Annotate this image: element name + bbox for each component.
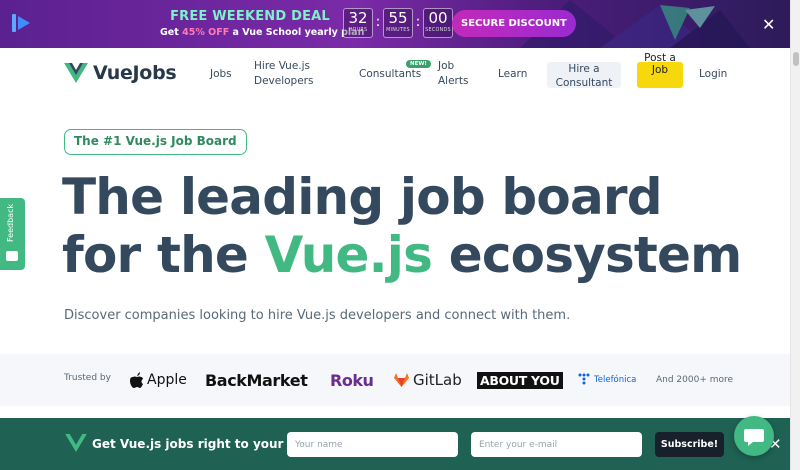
nav-login[interactable]: Login — [699, 67, 727, 82]
countdown-separator: : — [415, 14, 421, 30]
telefonica-icon — [578, 373, 590, 385]
subscribe-button[interactable]: Subscribe! — [655, 432, 724, 457]
hero-description: Discover companies looking to hire Vue.j… — [64, 308, 571, 323]
email-input[interactable] — [471, 432, 642, 457]
nav-consultants[interactable]: Consultants — [359, 67, 421, 82]
nav-hire-developers[interactable]: Hire Vue.js Developers — [254, 59, 314, 89]
countdown-hours: 32 HOURS — [343, 8, 373, 38]
countdown-timer: 32 HOURS : 55 MINUTES : 00 SECONDS — [343, 8, 453, 38]
newsletter-bar: Get Vue.js jobs right to your inbox Subs… — [0, 418, 790, 470]
countdown-seconds: 00 SECONDS — [423, 8, 453, 38]
chat-button[interactable] — [734, 416, 774, 456]
feedback-tab[interactable]: Feedback — [0, 198, 25, 270]
hero-line-1: The leading job board — [62, 168, 663, 226]
roku-logo: Roku — [330, 370, 374, 390]
nav-learn[interactable]: Learn — [498, 67, 527, 82]
apple-icon — [130, 372, 143, 388]
name-input[interactable] — [287, 432, 458, 457]
countdown-minutes: 55 MINUTES — [383, 8, 413, 38]
nav-jobs[interactable]: Jobs — [210, 67, 232, 82]
gitlab-logo: GitLab — [394, 368, 462, 392]
apple-logo: Apple — [130, 368, 187, 392]
promo-title: FREE WEEKEND DEAL — [170, 9, 330, 24]
chat-icon — [744, 429, 764, 446]
countdown-separator: : — [375, 14, 381, 30]
tagline-badge: The #1 Vue.js Job Board — [64, 129, 247, 155]
feedback-label: Feedback — [6, 203, 15, 242]
new-badge: NEW! — [406, 60, 431, 68]
hero-heading: The leading job board for the Vue.js eco… — [62, 168, 742, 284]
brand-logo[interactable]: VueJobs — [64, 62, 177, 84]
vue-logo-icon — [64, 63, 88, 83]
gitlab-icon — [394, 373, 409, 387]
page-scrollbar[interactable] — [790, 0, 800, 470]
trusted-by-strip: Trusted by Apple BackMarket Roku GitLab … — [0, 354, 790, 406]
promo-subtitle: Get 45% OFF a Vue School yearly plan — [160, 27, 365, 38]
brand-name: VueJobs — [93, 62, 177, 84]
trusted-label: Trusted by — [64, 373, 111, 383]
hero-line-2: for the Vue.js ecosystem — [62, 226, 742, 284]
backmarket-logo: BackMarket — [205, 370, 308, 390]
feedback-icon — [6, 251, 18, 261]
promo-banner: FREE WEEKEND DEAL Get 45% OFF a Vue Scho… — [0, 0, 790, 48]
post-job-label: Post a Job — [644, 52, 676, 76]
about-you-logo: ABOUT YOU — [477, 372, 563, 389]
telefonica-logo: Telefónica — [578, 368, 636, 392]
hire-consultant-button[interactable]: Hire a Consultant — [547, 62, 621, 89]
nav-job-alerts[interactable]: Job Alerts — [438, 59, 472, 89]
scrollbar-thumb[interactable] — [793, 52, 799, 66]
post-job-button[interactable]: Post a Job — [637, 52, 683, 88]
close-icon[interactable]: ✕ — [762, 15, 775, 34]
promo-text: FREE WEEKEND DEAL Get 45% OFF a Vue Scho… — [160, 9, 365, 38]
more-companies: And 2000+ more — [656, 375, 734, 385]
secure-discount-button[interactable]: SECURE DISCOUNT — [452, 10, 576, 37]
vue-logo-icon — [65, 434, 87, 452]
vue-school-logo-icon — [12, 14, 30, 32]
